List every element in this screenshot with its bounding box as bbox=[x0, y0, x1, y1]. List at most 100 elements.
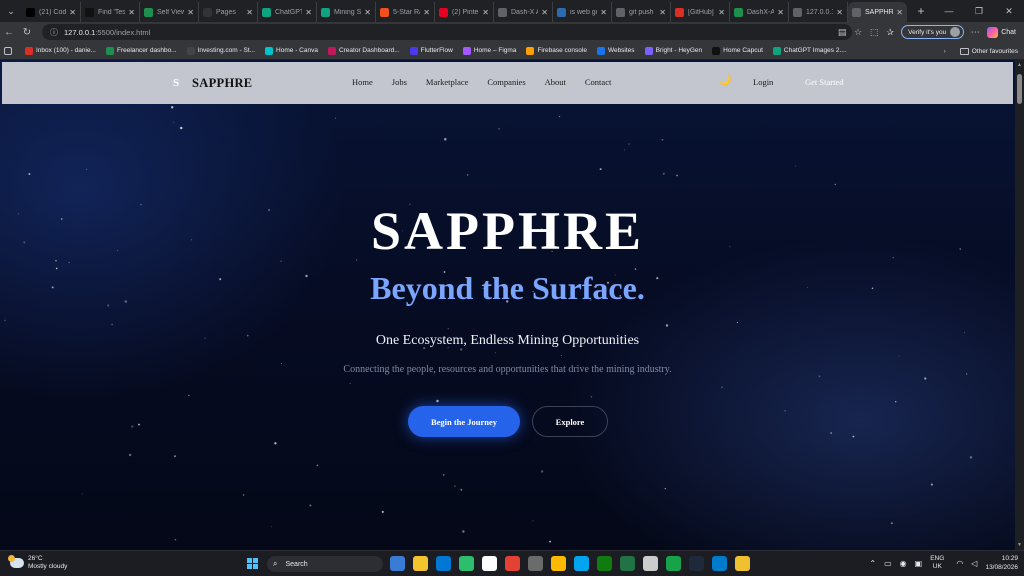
bookmark-item[interactable]: Firebase console bbox=[526, 46, 587, 55]
language-indicator[interactable]: ENG UK bbox=[930, 555, 944, 571]
taskbar-clock[interactable]: 10:29 13/08/2026 bbox=[985, 554, 1018, 572]
tab-close-icon[interactable]: ✕ bbox=[423, 8, 430, 17]
taskbar-app-icon[interactable] bbox=[712, 556, 727, 571]
bookmark-item[interactable]: Home – Figma bbox=[462, 46, 516, 55]
tab-close-icon[interactable]: ✕ bbox=[482, 8, 489, 17]
scroll-up-icon[interactable]: ▲ bbox=[1016, 62, 1023, 68]
bookmark-item[interactable]: Creator Dashboard... bbox=[327, 46, 400, 55]
browser-tab[interactable]: (2) Pintere✕ bbox=[435, 2, 494, 22]
browser-tab[interactable]: Dash-X Ar✕ bbox=[494, 2, 553, 22]
tab-close-icon[interactable]: ✕ bbox=[128, 8, 135, 17]
tab-close-icon[interactable]: ✕ bbox=[187, 8, 194, 17]
tab-close-icon[interactable]: ✕ bbox=[600, 8, 607, 17]
favorites-icon[interactable]: ✰ bbox=[882, 27, 898, 38]
browser-tab[interactable]: ChatGPT ✕ bbox=[258, 2, 317, 22]
taskbar-app-icon[interactable] bbox=[551, 556, 566, 571]
bookmark-item[interactable]: FlutterFlow bbox=[409, 46, 453, 55]
extensions-icon[interactable]: ⬚ bbox=[866, 27, 882, 38]
tab-close-icon[interactable]: ✕ bbox=[836, 8, 843, 17]
browser-tab[interactable]: SAPPHRE✕ bbox=[848, 2, 907, 22]
taskbar-app-icon[interactable] bbox=[597, 556, 612, 571]
nav-link-marketplace[interactable]: Marketplace bbox=[426, 77, 468, 87]
taskbar-app-icon[interactable] bbox=[459, 556, 474, 571]
maximize-icon[interactable]: ❐ bbox=[964, 0, 994, 22]
weather-widget[interactable]: 26°C Mostly cloudy bbox=[8, 555, 67, 571]
taskbar-app-icon[interactable] bbox=[574, 556, 589, 571]
browser-tab[interactable]: DashX-Ap✕ bbox=[730, 2, 789, 22]
more-menu-icon[interactable]: ⋯ bbox=[967, 27, 983, 38]
nav-link-companies[interactable]: Companies bbox=[487, 77, 525, 87]
taskbar-app-icon[interactable] bbox=[735, 556, 750, 571]
verify-profile-button[interactable]: Verify it's you bbox=[901, 25, 965, 39]
explore-button[interactable]: Explore bbox=[532, 406, 608, 437]
taskbar-app-icon[interactable] bbox=[413, 556, 428, 571]
windows-start-icon[interactable] bbox=[247, 558, 258, 569]
reload-icon[interactable]: ↻ bbox=[18, 27, 36, 38]
browser-tab[interactable]: 127.0.0.1 ✕ bbox=[789, 2, 848, 22]
nav-link-contact[interactable]: Contact bbox=[585, 77, 611, 87]
nav-link-jobs[interactable]: Jobs bbox=[392, 77, 407, 87]
browser-tab[interactable]: (21) Code✕ bbox=[22, 2, 81, 22]
browser-tab[interactable]: is web go ✕ bbox=[553, 2, 612, 22]
taskbar-app-icon[interactable] bbox=[436, 556, 451, 571]
taskbar-app-icon[interactable] bbox=[620, 556, 635, 571]
browser-tab[interactable]: 5-Star Ra ✕ bbox=[376, 2, 435, 22]
get-started-link[interactable]: Get Started bbox=[805, 77, 843, 87]
bookmark-item[interactable]: Investing.com - St... bbox=[186, 46, 255, 55]
begin-journey-button[interactable]: Begin the Journey bbox=[408, 406, 520, 437]
network-status-icon[interactable]: ▭ bbox=[884, 559, 892, 568]
taskbar-app-icon[interactable] bbox=[666, 556, 681, 571]
browser-tab[interactable]: Self View ✕ bbox=[140, 2, 199, 22]
bookmark-star-icon[interactable]: ☆ bbox=[850, 27, 866, 38]
wifi-icon[interactable]: ◠ bbox=[956, 559, 963, 568]
bookmark-item[interactable]: ChatGPT Images 2.... bbox=[772, 46, 847, 55]
site-logo[interactable]: S SAPPHRE bbox=[170, 75, 252, 91]
bookmark-item[interactable]: Inbox (100) - danie... bbox=[25, 46, 96, 55]
taskbar-app-icon[interactable] bbox=[528, 556, 543, 571]
tab-close-icon[interactable]: ✕ bbox=[305, 8, 312, 17]
tab-close-icon[interactable]: ✕ bbox=[896, 8, 903, 17]
taskbar-app-icon[interactable] bbox=[689, 556, 704, 571]
login-link[interactable]: Login bbox=[753, 77, 773, 87]
nav-link-home[interactable]: Home bbox=[352, 77, 373, 87]
taskbar-app-icon[interactable] bbox=[482, 556, 497, 571]
site-info-icon[interactable]: ⓘ bbox=[50, 27, 58, 38]
minimize-icon[interactable]: — bbox=[934, 0, 964, 22]
address-bar[interactable]: ⓘ 127.0.0.1:5500/index.html bbox=[42, 24, 852, 40]
scroll-down-icon[interactable]: ▼ bbox=[1016, 542, 1023, 548]
back-icon[interactable]: ← bbox=[0, 27, 18, 38]
bookmark-item[interactable]: Freelancer dashbo... bbox=[105, 46, 177, 55]
tab-close-icon[interactable]: ✕ bbox=[364, 8, 371, 17]
page-scrollbar[interactable]: ▲ ▼ bbox=[1015, 60, 1024, 550]
theme-toggle-moon-icon[interactable]: 🌙 bbox=[719, 75, 731, 86]
tray-app-icon-2[interactable]: ▣ bbox=[915, 559, 923, 568]
tab-close-icon[interactable]: ✕ bbox=[541, 8, 548, 17]
tab-close-icon[interactable]: ✕ bbox=[246, 8, 253, 17]
tab-close-icon[interactable]: ✕ bbox=[777, 8, 784, 17]
taskbar-search[interactable]: ⌕ Search bbox=[267, 556, 383, 572]
bookmark-item[interactable]: Home - Canva bbox=[265, 46, 318, 55]
taskbar-app-icon[interactable] bbox=[643, 556, 658, 571]
close-window-icon[interactable]: ✕ bbox=[994, 0, 1024, 22]
volume-icon[interactable]: ◁ bbox=[971, 559, 977, 568]
browser-tab[interactable]: git push ✕ bbox=[612, 2, 671, 22]
tray-app-icon[interactable]: ◉ bbox=[900, 559, 907, 568]
tray-overflow-icon[interactable]: ⌃ bbox=[869, 559, 876, 568]
scrollbar-thumb[interactable] bbox=[1017, 74, 1022, 104]
taskbar-app-icon[interactable] bbox=[505, 556, 520, 571]
taskbar-app-icon[interactable] bbox=[390, 556, 405, 571]
tab-search-menu-icon[interactable]: ⌄ bbox=[0, 0, 22, 22]
browser-tab[interactable]: Find 'Test ✕ bbox=[81, 2, 140, 22]
tab-close-icon[interactable]: ✕ bbox=[69, 8, 76, 17]
bookmark-item[interactable]: Websites bbox=[596, 46, 635, 55]
bookmark-item[interactable]: Bright - HeyGen bbox=[644, 46, 702, 55]
browser-tab[interactable]: [GitHub] S✕ bbox=[671, 2, 730, 22]
bookmarks-apps-icon[interactable] bbox=[4, 46, 15, 55]
tab-close-icon[interactable]: ✕ bbox=[659, 8, 666, 17]
nav-link-about[interactable]: About bbox=[545, 77, 566, 87]
bookmarks-chevron-icon[interactable]: › bbox=[944, 48, 946, 55]
new-tab-button[interactable]: + bbox=[912, 4, 930, 18]
browser-tab[interactable]: Pages ✕ bbox=[199, 2, 258, 22]
tab-close-icon[interactable]: ✕ bbox=[718, 8, 725, 17]
other-favourites-link[interactable]: Other favourites bbox=[972, 48, 1018, 55]
